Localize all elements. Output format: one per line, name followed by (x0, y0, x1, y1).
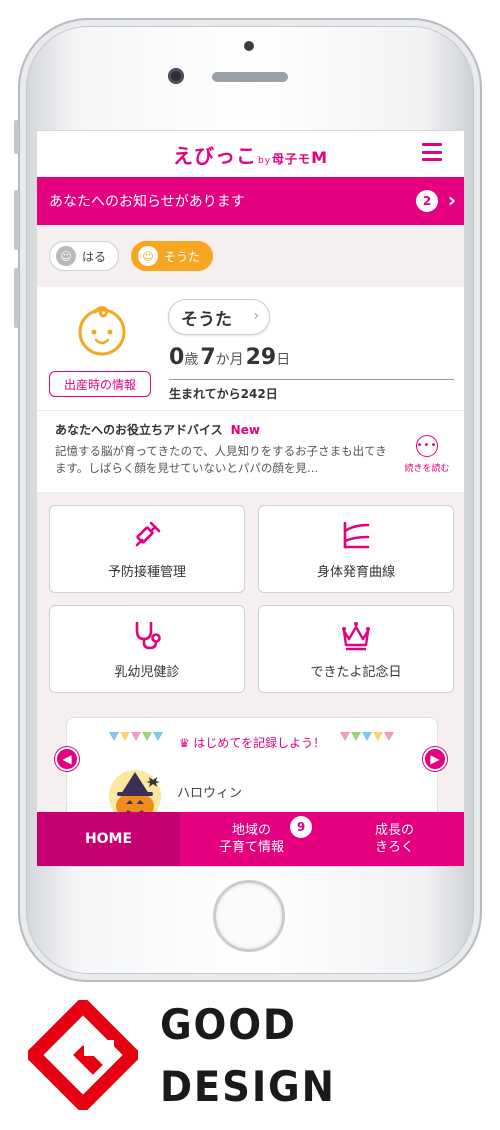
carousel-next-button[interactable]: ▶ (423, 747, 447, 771)
age-years-unit: 歳 (184, 352, 199, 368)
child-age: 0歳 7 か月 29 日 (169, 345, 292, 370)
advice-body: 記憶する脳が育ってきたので、人見知りをするお子さまも出てきます。しばらく顔を見せ… (55, 444, 387, 475)
read-more-label: 続きを読む (404, 464, 450, 474)
child-profile: 出産時の情報 そうた › 0歳 7 か月 29 日 生まれてから242日 (37, 287, 464, 411)
vaccination-menu-button[interactable]: 予防接種管理 (49, 505, 245, 593)
age-months: 7 (200, 345, 216, 370)
logo-sub-text: 母子モ (272, 151, 312, 166)
speech-bubble-icon: ••• (416, 435, 438, 457)
volume-up-button (14, 190, 19, 250)
menu-label: 身体発育曲線 (316, 564, 395, 580)
child-tab-haru[interactable]: ☺ はる (49, 241, 120, 271)
age-months-unit: か月 (215, 352, 244, 368)
age-days: 29 (245, 345, 277, 370)
logo-by-text: by (258, 155, 272, 166)
growth-curve-icon (343, 521, 370, 548)
divider (169, 379, 454, 380)
child-name: そうた (181, 309, 232, 330)
nav-growth-label-line1: 成長の (374, 823, 414, 838)
child-tab-souta[interactable]: ☺ そうた (131, 241, 214, 271)
nav-local-info[interactable]: 地域の 子育て情報 9 (180, 812, 323, 866)
bottom-navigation: HOME 地域の 子育て情報 9 成長の きろく (37, 812, 464, 866)
crown-icon: ♛ (178, 736, 194, 750)
good-design-award-text: GOOD DESIGN AWARD 2020 (160, 994, 473, 1130)
baby-avatar-icon: ☺ (138, 246, 159, 266)
carousel-prev-button[interactable]: ◀ (55, 747, 79, 771)
new-badge: New (230, 423, 260, 437)
age-days-unit: 日 (276, 352, 291, 368)
award-line1: GOOD DESIGN (160, 1000, 336, 1111)
volume-down-button (14, 268, 19, 328)
mute-switch (14, 120, 19, 154)
good-design-g-mark-logo (28, 1000, 138, 1110)
birth-info-button[interactable]: 出産時の情報 (49, 371, 151, 397)
read-more-button[interactable]: ••• 続きを読む (402, 435, 452, 474)
nav-growth-record[interactable]: 成長の きろく (323, 812, 464, 866)
menu-label: できたよ記念日 (310, 664, 402, 680)
award-line2: AWARD 2020 (160, 1118, 473, 1130)
hamburger-menu-icon[interactable] (422, 143, 442, 161)
app-screen: えびっこby母子モM あなたへのお知らせがあります 2 › ☺ はる ☺ そうた… (36, 130, 465, 867)
logo-m-mark: M (311, 147, 328, 167)
child-tab-label: はる (82, 249, 107, 264)
advice-title-text: あなたへのお役立ちアドバイス (55, 423, 223, 437)
child-name-button[interactable]: そうた › (168, 299, 270, 335)
nav-home[interactable]: HOME (37, 812, 180, 866)
menu-area: 予防接種管理 身体発育曲線 乳幼児健診 できたよ記念日 ♛ はじめてを記録しよう… (37, 493, 464, 827)
nav-local-label-line1: 地域の (231, 823, 271, 838)
advice-title: あなたへのお役立ちアドバイス New (55, 421, 446, 438)
milestone-menu-button[interactable]: できたよ記念日 (258, 605, 454, 693)
nav-growth-label-line2: きろく (374, 840, 414, 855)
chevron-right-icon: › (447, 188, 456, 212)
first-time-item-label: ハロウィン (177, 786, 243, 801)
app-logo: えびっこby母子モM (173, 140, 328, 169)
first-time-title: ♛ はじめてを記録しよう！ (67, 734, 437, 751)
first-time-title-text: はじめてを記録しよう！ (193, 736, 326, 750)
days-since-birth: 生まれてから242日 (169, 387, 278, 401)
front-camera (168, 68, 184, 84)
chevron-right-icon: › (253, 308, 259, 324)
notification-count-badge: 2 (416, 190, 438, 212)
nav-home-label: HOME (84, 830, 133, 847)
home-button[interactable] (213, 880, 285, 952)
nav-local-label-line2: 子育て情報 (218, 840, 284, 855)
advice-section[interactable]: あなたへのお役立ちアドバイス New 記憶する脳が育ってきたので、人見知りをするお… (37, 411, 464, 493)
proximity-sensor (244, 41, 254, 51)
menu-grid: 予防接種管理 身体発育曲線 乳幼児健診 できたよ記念日 (49, 505, 454, 693)
health-checkup-menu-button[interactable]: 乳幼児健診 (49, 605, 245, 693)
earpiece-speaker (212, 72, 288, 82)
notification-text: あなたへのお知らせがあります (49, 194, 245, 210)
notification-bar[interactable]: あなたへのお知らせがあります 2 › (37, 177, 464, 225)
stethoscope-icon (135, 621, 161, 649)
child-selector: ☺ はる ☺ そうた (37, 225, 464, 287)
child-tab-label: そうた (164, 249, 201, 264)
crown-icon (342, 621, 370, 650)
baby-avatar-icon: ☺ (56, 246, 76, 266)
nav-local-count-badge: 9 (290, 816, 312, 838)
baby-face-icon (78, 306, 126, 356)
first-time-record-card[interactable]: ♛ はじめてを記録しよう！ ハロウィン (66, 717, 438, 827)
menu-label: 予防接種管理 (107, 564, 186, 580)
logo-main-text: えびっこ (173, 143, 257, 168)
menu-label: 乳幼児健診 (114, 664, 180, 680)
syringe-icon (135, 521, 161, 546)
growth-curve-menu-button[interactable]: 身体発育曲線 (258, 505, 454, 593)
app-header: えびっこby母子モM (37, 131, 464, 177)
age-years: 0 (169, 345, 185, 370)
